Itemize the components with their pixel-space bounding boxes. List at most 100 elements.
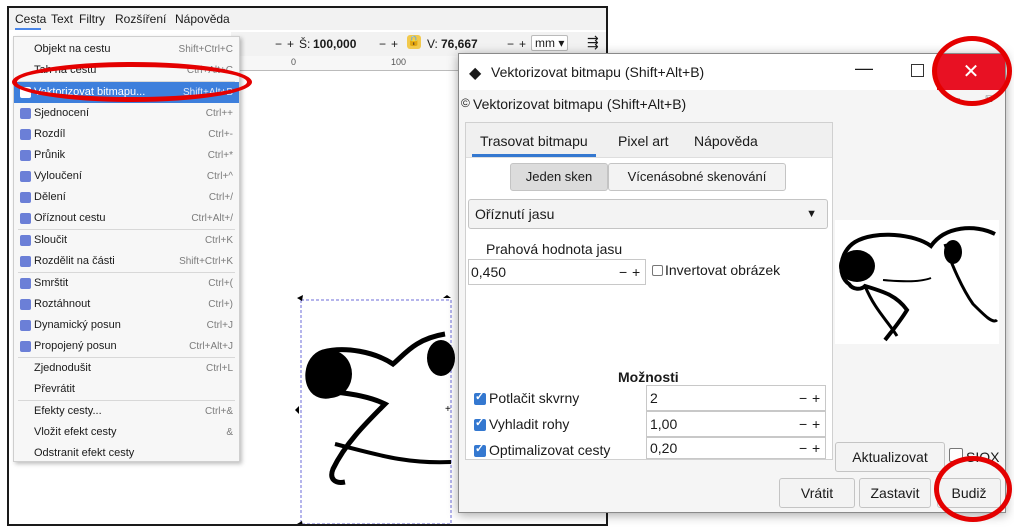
optimize-paths-plus-button[interactable]: +: [812, 438, 820, 458]
threshold-input[interactable]: 0,450 − +: [468, 259, 646, 285]
minimize-icon[interactable]: —: [855, 58, 873, 79]
menu-item-shortcut: Ctrl+(: [208, 278, 233, 289]
menu-item-shortcut: Ctrl+*: [207, 150, 233, 161]
extra-minus-button[interactable]: −: [507, 37, 514, 51]
speckles-value: 2: [650, 390, 658, 406]
menu-item-label: Převrátit: [34, 383, 75, 395]
menu-item[interactable]: Oříznout cestu Ctrl+Alt+/: [14, 208, 239, 229]
toolbar-options-icon[interactable]: ⇶: [587, 34, 599, 51]
menu-item[interactable]: Vložit efekt cesty &: [14, 422, 239, 443]
height-label: V:: [427, 37, 438, 51]
optimize-paths-checkbox[interactable]: [474, 442, 486, 457]
menu-item[interactable]: Sjednocení Ctrl++: [14, 103, 239, 124]
inkscape-logo-icon: ◆: [469, 65, 482, 82]
lock-icon[interactable]: 🔒: [407, 35, 421, 49]
menu-item-label: Vyloučení: [34, 170, 82, 182]
menu-napoveda[interactable]: Nápověda: [175, 12, 230, 26]
menu-item[interactable]: Smrštit Ctrl+(: [14, 273, 239, 294]
detection-mode-value: Oříznutí jasu: [475, 206, 555, 222]
tab-trace-bitmap[interactable]: Trasovat bitmapu: [480, 133, 588, 149]
width-input[interactable]: 100,000: [313, 37, 356, 51]
optimize-paths-value: 0,20: [650, 440, 678, 456]
menu-item-shortcut: Shift+Ctrl+C: [178, 44, 233, 55]
tab-pixel-art[interactable]: Pixel art: [618, 133, 669, 149]
stop-button[interactable]: Zastavit: [859, 478, 931, 508]
smooth-corners-checkbox[interactable]: [474, 416, 486, 431]
menu-item[interactable]: Vyloučení Ctrl+^: [14, 166, 239, 187]
unit-select[interactable]: mm ▾: [531, 35, 569, 51]
panel-title: Vektorizovat bitmapu (Shift+Alt+B): [473, 96, 687, 112]
threshold-minus-button[interactable]: −: [619, 260, 627, 284]
speckles-plus-button[interactable]: +: [812, 386, 820, 410]
cut-path-icon: [20, 213, 31, 224]
menu-item-shortcut: Shift+Ctrl+K: [179, 256, 233, 267]
menu-item[interactable]: Zjednodušit Ctrl+L: [14, 358, 239, 379]
smooth-corners-value: 1,00: [650, 416, 678, 432]
menu-item-label: Vložit efekt cesty: [34, 426, 117, 438]
preview-area: [835, 220, 999, 344]
ruler-tick-label: 0: [291, 57, 297, 67]
break-apart-icon: [20, 256, 31, 267]
menu-item[interactable]: Propojený posun Ctrl+Alt+J: [14, 336, 239, 357]
combine-icon: [20, 235, 31, 246]
height-input[interactable]: 76,667: [441, 37, 478, 51]
menu-item-label: Rozdíl: [34, 128, 66, 140]
invert-label: Invertovat obrázek: [665, 262, 781, 278]
update-button[interactable]: Aktualizovat: [835, 442, 945, 472]
menu-item[interactable]: Roztáhnout Ctrl+): [14, 294, 239, 315]
menubar: Cesta Text Filtry Rozšíření Nápověda: [9, 8, 606, 30]
speckles-minus-button[interactable]: −: [799, 386, 807, 410]
speckles-input[interactable]: 2 − +: [646, 385, 826, 411]
menu-item[interactable]: Dynamický posun Ctrl+J: [14, 315, 239, 336]
dog-eye: [427, 340, 455, 376]
width-plus-button[interactable]: +: [287, 37, 294, 51]
detection-mode-select[interactable]: Oříznutí jasu ▼: [468, 199, 828, 229]
menu-item[interactable]: Rozdělit na části Shift+Ctrl+K: [14, 251, 239, 272]
smooth-corners-input[interactable]: 1,00 − +: [646, 411, 826, 437]
width-minus-button[interactable]: −: [275, 37, 282, 51]
maximize-icon[interactable]: [911, 64, 924, 77]
division-icon: [20, 192, 31, 203]
menu-item[interactable]: Sloučit Ctrl+K: [14, 230, 239, 251]
height-minus-button[interactable]: −: [379, 37, 386, 51]
speckles-checkbox[interactable]: [474, 390, 486, 405]
options-title: Možnosti: [618, 369, 679, 385]
menu-item[interactable]: Efekty cesty... Ctrl+&: [14, 401, 239, 422]
active-menu-indicator: [15, 28, 41, 30]
handle-icon: [295, 406, 299, 414]
threshold-plus-button[interactable]: +: [632, 260, 640, 284]
menu-item-label: Propojený posun: [34, 340, 117, 352]
menu-text[interactable]: Text: [51, 12, 73, 26]
single-scan-button[interactable]: Jeden sken: [510, 163, 608, 191]
smooth-corners-minus-button[interactable]: −: [799, 412, 807, 436]
menu-item-label: Sjednocení: [34, 107, 90, 119]
tab-help[interactable]: Nápověda: [694, 133, 758, 149]
invert-checkbox[interactable]: [652, 265, 663, 276]
handle-icon: [297, 295, 303, 301]
smooth-corners-label: Vyhladit rohy: [489, 416, 570, 432]
menu-item-label: Průnik: [34, 149, 66, 161]
menu-item-label: Roztáhnout: [34, 298, 91, 310]
menu-item[interactable]: Průnik Ctrl+*: [14, 145, 239, 166]
optimize-paths-minus-button[interactable]: −: [799, 438, 807, 458]
smooth-corners-plus-button[interactable]: +: [812, 412, 820, 436]
height-plus-button[interactable]: +: [391, 37, 398, 51]
menu-rozsireni[interactable]: Rozšíření: [115, 12, 166, 26]
extra-plus-button[interactable]: +: [519, 37, 526, 51]
revert-button[interactable]: Vrátit: [779, 478, 855, 508]
menu-item-label: Zjednodušit: [34, 362, 91, 374]
menu-filtry[interactable]: Filtry: [79, 12, 105, 26]
menu-item[interactable]: Dělení Ctrl+/: [14, 187, 239, 208]
menu-cesta[interactable]: Cesta: [15, 12, 46, 26]
menu-item[interactable]: Odstranit efekt cesty: [14, 443, 239, 464]
menu-item[interactable]: Převrátit: [14, 379, 239, 400]
canvas-dog-bitmap[interactable]: +: [295, 294, 455, 526]
menu-item[interactable]: Rozdíl Ctrl+-: [14, 124, 239, 145]
multiple-scans-button[interactable]: Vícenásobné skenování: [608, 163, 786, 191]
menu-item[interactable]: Objekt na cestu Shift+Ctrl+C: [14, 39, 239, 60]
annotation-circle-close: [932, 36, 1012, 106]
inset-icon: [20, 278, 31, 289]
menu-item-label: Oříznout cestu: [34, 212, 106, 224]
width-label: Š:: [299, 37, 311, 51]
optimize-paths-input[interactable]: 0,20 − +: [646, 437, 826, 459]
